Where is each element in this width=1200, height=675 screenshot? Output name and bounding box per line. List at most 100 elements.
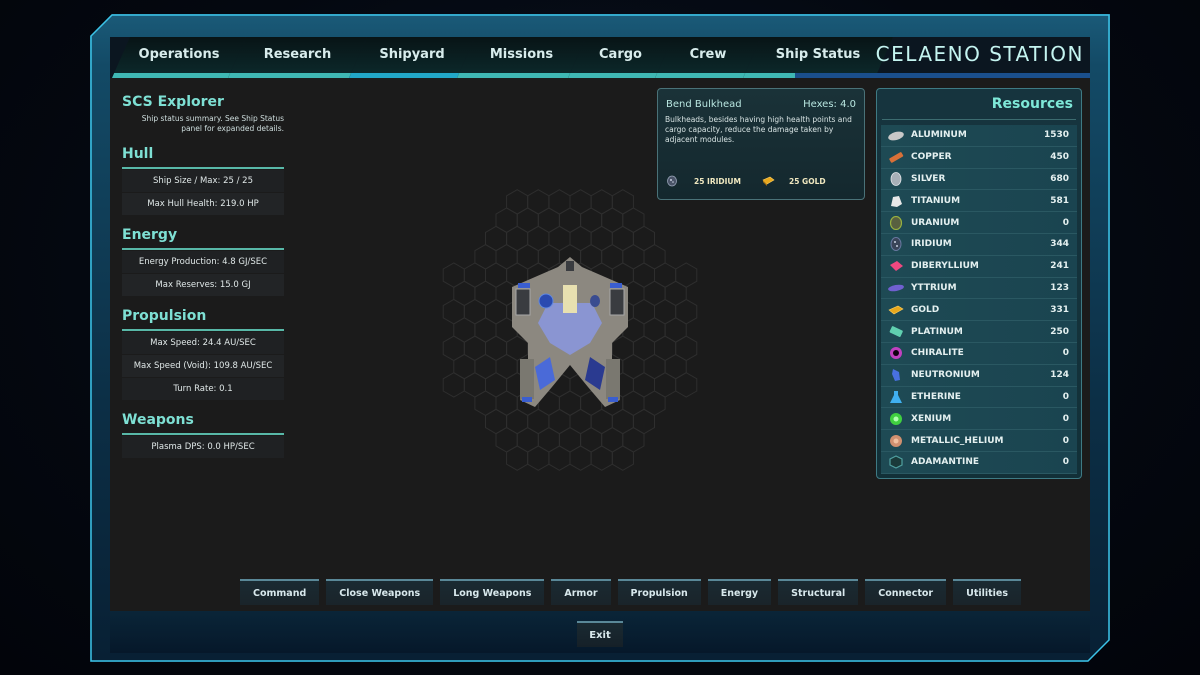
hex-cell[interactable] xyxy=(664,317,687,343)
category-connector-button[interactable]: Connector xyxy=(865,579,947,605)
hex-cell[interactable] xyxy=(601,427,624,453)
hex-cell[interactable] xyxy=(537,207,560,233)
hex-cell[interactable] xyxy=(632,262,655,288)
tab-operations[interactable]: Operations xyxy=(112,37,246,78)
hex-cell[interactable] xyxy=(558,207,582,233)
hex-cell[interactable] xyxy=(569,225,592,252)
hex-cell[interactable] xyxy=(664,353,687,380)
hex-cell[interactable] xyxy=(453,280,476,307)
hex-cell[interactable] xyxy=(675,372,698,398)
hex-cell[interactable] xyxy=(537,427,560,453)
hex-cell[interactable] xyxy=(601,207,624,233)
hex-cell[interactable] xyxy=(569,445,592,471)
hex-cell[interactable] xyxy=(643,244,666,270)
hex-cell[interactable] xyxy=(643,317,666,343)
hex-cell[interactable] xyxy=(506,445,529,471)
tab-ship-status[interactable]: Ship Status xyxy=(743,37,893,78)
hex-cell[interactable] xyxy=(537,244,560,270)
hex-cell[interactable] xyxy=(622,427,645,453)
hex-cell[interactable] xyxy=(580,427,603,453)
hex-cell[interactable] xyxy=(548,225,571,252)
hex-cell[interactable] xyxy=(485,225,508,252)
hex-cell[interactable] xyxy=(643,280,666,307)
hex-cell[interactable] xyxy=(495,207,518,233)
hex-cell[interactable] xyxy=(506,189,529,215)
hex-cell[interactable] xyxy=(474,317,497,343)
category-utilities-button[interactable]: Utilities xyxy=(953,579,1022,605)
category-propulsion-button[interactable]: Propulsion xyxy=(617,579,701,605)
hex-cell[interactable] xyxy=(558,427,582,453)
hex-cell[interactable] xyxy=(506,408,529,435)
hex-cell[interactable] xyxy=(453,317,476,343)
hex-cell[interactable] xyxy=(474,280,497,307)
hex-cell[interactable] xyxy=(622,390,645,416)
hex-cell[interactable] xyxy=(611,445,634,471)
hex-cell[interactable] xyxy=(675,262,698,288)
hex-cell[interactable] xyxy=(495,390,518,416)
category-long-weapons-button[interactable]: Long Weapons xyxy=(440,579,545,605)
hex-cell[interactable] xyxy=(463,372,486,398)
hex-cell[interactable] xyxy=(463,262,486,288)
hex-cell[interactable] xyxy=(506,335,529,362)
hex-cell[interactable] xyxy=(558,390,582,416)
hex-cell[interactable] xyxy=(632,372,655,398)
hex-cell[interactable] xyxy=(632,298,655,325)
hex-cell[interactable] xyxy=(548,189,571,215)
hex-cell[interactable] xyxy=(654,335,677,362)
hex-cell[interactable] xyxy=(442,372,465,398)
hex-cell[interactable] xyxy=(611,225,634,252)
hex-cell[interactable] xyxy=(569,408,592,435)
hex-cell[interactable] xyxy=(548,408,571,435)
hex-cell[interactable] xyxy=(611,408,634,435)
ship-hex-grid[interactable] xyxy=(440,175,700,485)
hex-cell[interactable] xyxy=(506,225,529,252)
hex-cell[interactable] xyxy=(495,244,518,270)
hex-cell[interactable] xyxy=(590,408,613,435)
hex-cell[interactable] xyxy=(474,244,497,270)
hex-cell[interactable] xyxy=(485,335,508,362)
hex-cell[interactable] xyxy=(632,408,655,435)
hex-cell[interactable] xyxy=(643,353,666,380)
hex-cell[interactable] xyxy=(590,225,613,252)
hex-cell[interactable] xyxy=(675,335,698,362)
hex-cell[interactable] xyxy=(580,207,603,233)
hex-cell[interactable] xyxy=(548,445,571,471)
hex-cell[interactable] xyxy=(580,244,603,270)
category-close-weapons-button[interactable]: Close Weapons xyxy=(326,579,434,605)
hex-cell[interactable] xyxy=(485,298,508,325)
hex-cell[interactable] xyxy=(485,372,508,398)
hex-cell[interactable] xyxy=(442,335,465,362)
tab-research[interactable]: Research xyxy=(228,37,367,78)
hex-cell[interactable] xyxy=(654,262,677,288)
hex-cell[interactable] xyxy=(485,408,508,435)
category-armor-button[interactable]: Armor xyxy=(551,579,611,605)
hex-cell[interactable] xyxy=(442,262,465,288)
hex-cell[interactable] xyxy=(601,244,624,270)
hex-cell[interactable] xyxy=(664,280,687,307)
hex-cell[interactable] xyxy=(590,445,613,471)
hex-cell[interactable] xyxy=(632,335,655,362)
hex-cell[interactable] xyxy=(516,427,539,453)
tab-missions[interactable]: Missions xyxy=(457,37,586,78)
hex-cell[interactable] xyxy=(527,408,550,435)
hex-cell[interactable] xyxy=(569,189,592,215)
hex-cell[interactable] xyxy=(474,353,497,380)
hex-cell[interactable] xyxy=(442,298,465,325)
tab-cargo[interactable]: Cargo xyxy=(568,37,673,78)
hex-cell[interactable] xyxy=(654,372,677,398)
hex-cell[interactable] xyxy=(654,298,677,325)
category-energy-button[interactable]: Energy xyxy=(707,579,772,605)
hex-cell[interactable] xyxy=(485,262,508,288)
hex-cell[interactable] xyxy=(622,353,645,380)
tab-crew[interactable]: Crew xyxy=(655,37,761,78)
hex-cell[interactable] xyxy=(643,390,666,416)
hex-cell[interactable] xyxy=(622,207,645,233)
hex-cell[interactable] xyxy=(463,335,486,362)
hex-cell[interactable] xyxy=(516,244,539,270)
hex-cell[interactable] xyxy=(611,335,634,362)
hex-cell[interactable] xyxy=(453,353,476,380)
hex-cell[interactable] xyxy=(495,427,518,453)
hex-cell[interactable] xyxy=(527,225,550,252)
hex-cell[interactable] xyxy=(516,207,539,233)
hex-cell[interactable] xyxy=(675,298,698,325)
